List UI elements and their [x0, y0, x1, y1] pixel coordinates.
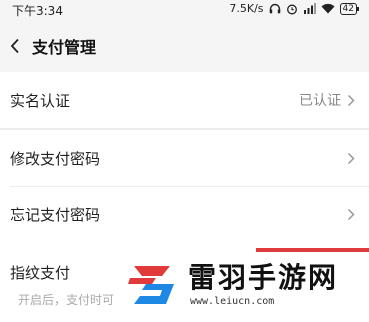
chevron-right-icon — [347, 207, 357, 221]
page-title: 支付管理 — [32, 38, 97, 57]
real-name-label: 实名认证 — [10, 91, 71, 110]
settings-group-verification: 实名认证 已认证 — [0, 72, 369, 128]
nav-bar: 支付管理 — [0, 20, 369, 72]
forgot-payment-password-row[interactable]: 忘记支付密码 — [0, 186, 369, 242]
battery-icon: 42 — [339, 2, 360, 15]
watermark: 雷羽手游网 www.leiucn.com — [126, 248, 369, 314]
settings-group-password: 修改支付密码 忘记支付密码 — [0, 130, 369, 242]
wifi-icon — [321, 3, 335, 14]
fingerprint-payment-label: 指纹支付 — [10, 264, 71, 282]
change-payment-password-row[interactable]: 修改支付密码 — [0, 130, 369, 186]
watermark-title: 雷羽手游网 — [188, 261, 339, 294]
verification-status: 已认证 — [299, 93, 341, 109]
chevron-right-icon — [347, 151, 357, 165]
status-icons: 7.5K/s 42 — [229, 2, 360, 15]
watermark-accent-bar — [256, 248, 369, 252]
net-speed: 7.5K/s — [229, 2, 264, 15]
cellular-signal-icon — [303, 3, 316, 14]
real-name-verification-row[interactable]: 实名认证 已认证 — [0, 72, 369, 128]
headphones-icon — [269, 3, 281, 14]
change-password-label: 修改支付密码 — [10, 149, 101, 168]
back-arrow-icon[interactable] — [10, 35, 24, 57]
forgot-password-label: 忘记支付密码 — [10, 205, 101, 224]
status-bar: 下午3:34 7.5K/s 42 — [0, 0, 369, 20]
alarm-icon — [286, 3, 298, 15]
status-time: 下午3:34 — [12, 4, 63, 18]
fingerprint-payment-description: 开启后，支付时可 — [18, 293, 115, 307]
watermark-url: www.leiucn.com — [190, 296, 275, 307]
watermark-logo-icon — [126, 254, 182, 310]
chevron-right-icon — [347, 93, 357, 107]
